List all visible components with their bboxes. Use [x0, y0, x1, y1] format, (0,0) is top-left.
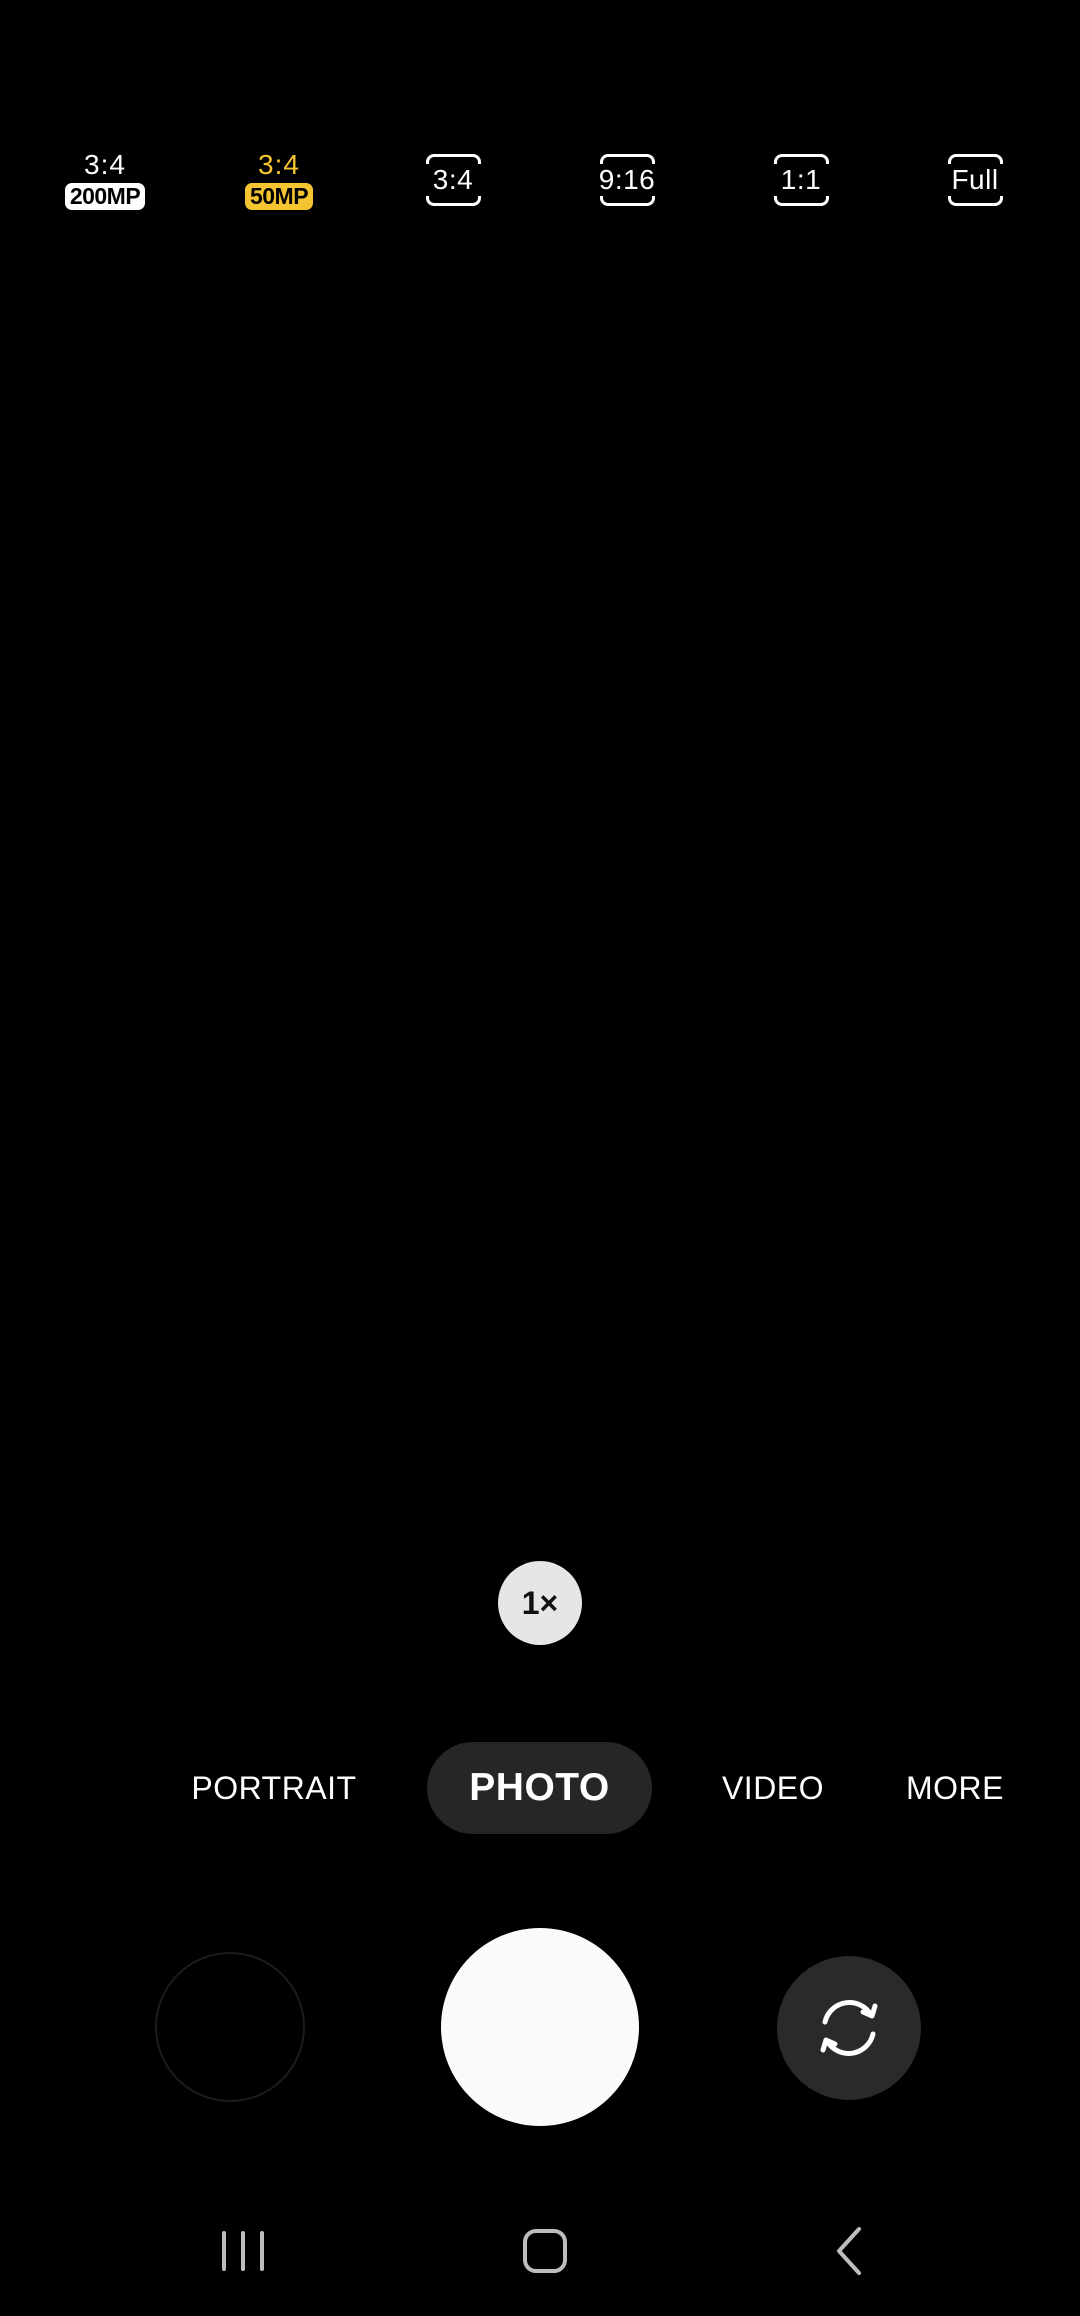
- ratio-3-4-option[interactable]: 3:4: [393, 140, 513, 220]
- recents-button[interactable]: [198, 2216, 288, 2286]
- back-button[interactable]: [804, 2216, 894, 2286]
- mode-label: MORE: [906, 1769, 1004, 1806]
- mode-photo[interactable]: PHOTO: [427, 1742, 652, 1834]
- back-icon: [837, 2227, 861, 2275]
- resolution-badge: 200MP: [64, 183, 146, 210]
- ratio-label: 3:4: [432, 164, 474, 195]
- ratio-label: 3:4: [258, 149, 300, 180]
- ratio-frame-icon: 3:4: [425, 154, 481, 206]
- ratio-frame-icon: 9:16: [598, 154, 656, 206]
- ratio-frame-icon: 1:1: [773, 154, 829, 206]
- ratio-label: 3:4: [84, 149, 126, 180]
- mode-more[interactable]: MORE: [900, 1742, 1010, 1834]
- ratio-full-option[interactable]: Full: [915, 140, 1035, 220]
- ratio-3-4-50mp-option[interactable]: 3:4 50MP: [219, 140, 339, 220]
- shutter-button[interactable]: [441, 1928, 639, 2126]
- switch-camera-icon: [820, 2000, 878, 2056]
- mode-video[interactable]: VIDEO: [717, 1742, 829, 1834]
- mode-label: PORTRAIT: [191, 1769, 357, 1806]
- home-icon: [523, 2229, 567, 2273]
- ratio-label: 1:1: [780, 164, 822, 195]
- mode-label: PHOTO: [469, 1766, 610, 1809]
- zoom-label: 1×: [521, 1584, 559, 1621]
- switch-camera-button[interactable]: [777, 1956, 921, 2100]
- gallery-thumbnail-button[interactable]: [155, 1952, 305, 2102]
- mode-label: VIDEO: [721, 1769, 825, 1806]
- aspect-ratio-bar: 3:4 200MP 3:4 50MP 3:4 9:16 1:1 Full: [0, 140, 1080, 220]
- camera-mode-bar: PORTRAIT PHOTO VIDEO MORE: [0, 1742, 1080, 1834]
- ratio-3-4-200mp-option[interactable]: 3:4 200MP: [45, 140, 165, 220]
- ratio-frame-icon: Full: [947, 154, 1003, 206]
- system-navigation-bar: [0, 2216, 1080, 2286]
- recents-icon: [222, 2231, 264, 2271]
- viewfinder[interactable]: [0, 260, 1080, 1520]
- resolution-badge: 50MP: [244, 183, 314, 210]
- zoom-button[interactable]: 1×: [498, 1561, 582, 1645]
- ratio-9-16-option[interactable]: 9:16: [567, 140, 687, 220]
- home-button[interactable]: [500, 2216, 590, 2286]
- ratio-label: Full: [951, 164, 999, 195]
- ratio-label: 9:16: [598, 164, 656, 195]
- mode-portrait[interactable]: PORTRAIT: [186, 1742, 362, 1834]
- ratio-1-1-option[interactable]: 1:1: [741, 140, 861, 220]
